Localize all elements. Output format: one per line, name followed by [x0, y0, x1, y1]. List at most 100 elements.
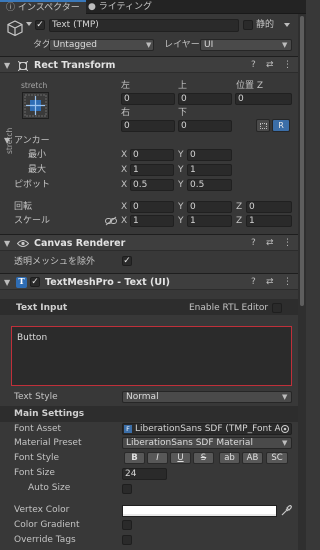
pivot-x-label: X — [121, 180, 128, 190]
more-vert-icon[interactable]: ⋮ — [283, 274, 292, 291]
font-size-field[interactable]: 24 — [122, 468, 167, 480]
inspector-scrollbar[interactable] — [298, 14, 306, 550]
text-style-dropdown[interactable]: Normal — [122, 391, 292, 403]
rect-transform-title: Rect Transform — [34, 60, 116, 71]
help-icon[interactable]: ? — [251, 274, 256, 291]
cull-transparent-checkbox[interactable]: ✓ — [122, 256, 132, 266]
color-gradient-checkbox[interactable] — [122, 520, 132, 530]
override-tags-checkbox[interactable] — [122, 535, 132, 545]
rect-transform-header[interactable]: ▼ Rect Transform ? ⇄ ⋮ — [0, 56, 298, 73]
material-preset-dropdown[interactable]: LiberationSans SDF Material — [122, 437, 292, 449]
text-style-value: Normal — [126, 392, 159, 402]
preset-icon[interactable]: ⇄ — [266, 57, 274, 74]
rotation-z-label: Z — [236, 202, 243, 212]
cull-transparent-label: 透明メッシュを除外 — [14, 257, 96, 267]
material-preset-value: LiberationSans SDF Material — [126, 438, 253, 448]
scale-y-field[interactable]: 1 — [187, 215, 232, 227]
scale-x-label: X — [121, 216, 128, 226]
anchor-max-x-label: X — [121, 165, 128, 175]
more-vert-icon[interactable]: ⋮ — [283, 57, 292, 74]
rotation-x-label: X — [121, 202, 128, 212]
info-icon: ⓘ — [6, 3, 16, 13]
gameobject-menu-icon[interactable] — [25, 20, 33, 28]
font-style-strikethrough-button[interactable]: S — [193, 452, 214, 464]
anchor-presets-button[interactable] — [22, 92, 49, 119]
rotation-y-field[interactable]: 0 — [187, 201, 232, 213]
top-field[interactable]: 0 — [178, 93, 232, 105]
anchor-min-y-field[interactable]: 0 — [187, 149, 232, 161]
raw-edit-button[interactable]: R — [272, 119, 290, 132]
text-input-value: Button — [17, 333, 48, 343]
anchor-max-y-field[interactable]: 1 — [187, 164, 232, 176]
override-tags-label: Override Tags — [14, 535, 76, 545]
tab-lighting[interactable]: ● ライティング — [82, 0, 158, 14]
more-vert-icon[interactable]: ⋮ — [283, 235, 292, 252]
left-field[interactable]: 0 — [121, 93, 175, 105]
font-style-bold-button[interactable]: B — [124, 452, 145, 464]
tab-inspector-label: インスペクター — [17, 3, 80, 13]
rotation-z-field[interactable]: 0 — [246, 201, 292, 213]
tmp-text-icon: T — [16, 277, 27, 288]
scale-y-label: Y — [178, 216, 184, 226]
posz-field[interactable]: 0 — [235, 93, 292, 105]
anchors-label: アンカー — [14, 136, 50, 146]
textmeshpro-header[interactable]: ▼ T ✓ TextMeshPro - Text (UI) ? ⇄ ⋮ — [0, 273, 298, 290]
object-picker-icon[interactable] — [280, 424, 290, 434]
bottom-field[interactable]: 0 — [178, 120, 232, 132]
foldout-arrow-icon: ▼ — [4, 61, 11, 70]
rotation-x-field[interactable]: 0 — [130, 201, 174, 213]
font-asset-field[interactable]: LiberationSans SDF (TMP_Font A — [122, 423, 292, 435]
anchor-min-x-field[interactable]: 0 — [130, 149, 174, 161]
rect-transform-icon — [17, 60, 29, 72]
stretch-top-label: stretch — [21, 81, 48, 90]
scale-z-field[interactable]: 1 — [246, 215, 292, 227]
tag-dropdown[interactable]: Untagged — [49, 39, 154, 51]
font-style-italic-button[interactable]: I — [147, 452, 168, 464]
enable-rtl-checkbox[interactable] — [272, 303, 282, 313]
auto-size-checkbox[interactable] — [122, 484, 132, 494]
chevron-down-icon: ▼ — [282, 41, 288, 49]
layer-value: UI — [204, 40, 214, 50]
gameobject-cube-icon — [6, 19, 24, 37]
vertex-color-swatch[interactable] — [122, 505, 277, 517]
blueprint-icon — [260, 123, 267, 129]
right-label: 右 — [121, 108, 131, 118]
posz-label: 位置 Z — [236, 81, 264, 91]
static-label: 静的 — [256, 20, 275, 30]
font-style-lowercase-button[interactable]: ab — [219, 452, 240, 464]
preset-icon[interactable]: ⇄ — [266, 235, 274, 252]
link-icon[interactable] — [105, 216, 117, 226]
scale-z-label: Z — [236, 216, 243, 226]
static-dropdown-icon[interactable] — [283, 21, 291, 29]
scale-x-field[interactable]: 1 — [130, 215, 174, 227]
tab-inspector[interactable]: ⓘ インスペクター — [0, 0, 86, 14]
font-style-smallcaps-button[interactable]: SC — [266, 452, 288, 464]
enable-rtl-label: Enable RTL Editor — [189, 303, 269, 313]
textmeshpro-title: TextMeshPro - Text (UI) — [45, 277, 170, 288]
main-settings-label: Main Settings — [14, 409, 85, 419]
pivot-y-field[interactable]: 0.5 — [187, 179, 232, 191]
scale-label: スケール — [14, 216, 51, 226]
anchors-foldout-icon[interactable]: ▼ — [4, 135, 10, 147]
gameobject-active-checkbox[interactable]: ✓ — [35, 20, 45, 30]
layer-dropdown[interactable]: UI — [200, 39, 292, 51]
preset-icon[interactable]: ⇄ — [266, 274, 274, 291]
eyedropper-icon[interactable] — [280, 505, 292, 517]
scrollbar-thumb[interactable] — [300, 16, 304, 306]
static-checkbox[interactable] — [243, 20, 253, 30]
text-input-area[interactable]: Button — [11, 326, 292, 386]
right-field[interactable]: 0 — [121, 120, 175, 132]
gameobject-name-field[interactable]: Text (TMP) — [49, 19, 239, 32]
anchor-max-x-field[interactable]: 1 — [130, 164, 174, 176]
help-icon[interactable]: ? — [251, 235, 256, 252]
pivot-y-label: Y — [178, 180, 184, 190]
blueprint-mode-button[interactable] — [256, 119, 270, 132]
help-icon[interactable]: ? — [251, 57, 256, 74]
pivot-x-field[interactable]: 0.5 — [130, 179, 174, 191]
chevron-down-icon: ▼ — [282, 393, 288, 401]
font-style-uppercase-button[interactable]: AB — [242, 452, 263, 464]
font-style-underline-button[interactable]: U — [170, 452, 191, 464]
canvas-renderer-header[interactable]: ▼ Canvas Renderer ? ⇄ ⋮ — [0, 234, 298, 251]
tmp-enabled-checkbox[interactable]: ✓ — [30, 277, 40, 287]
anchor-min-label: 最小 — [28, 150, 47, 160]
